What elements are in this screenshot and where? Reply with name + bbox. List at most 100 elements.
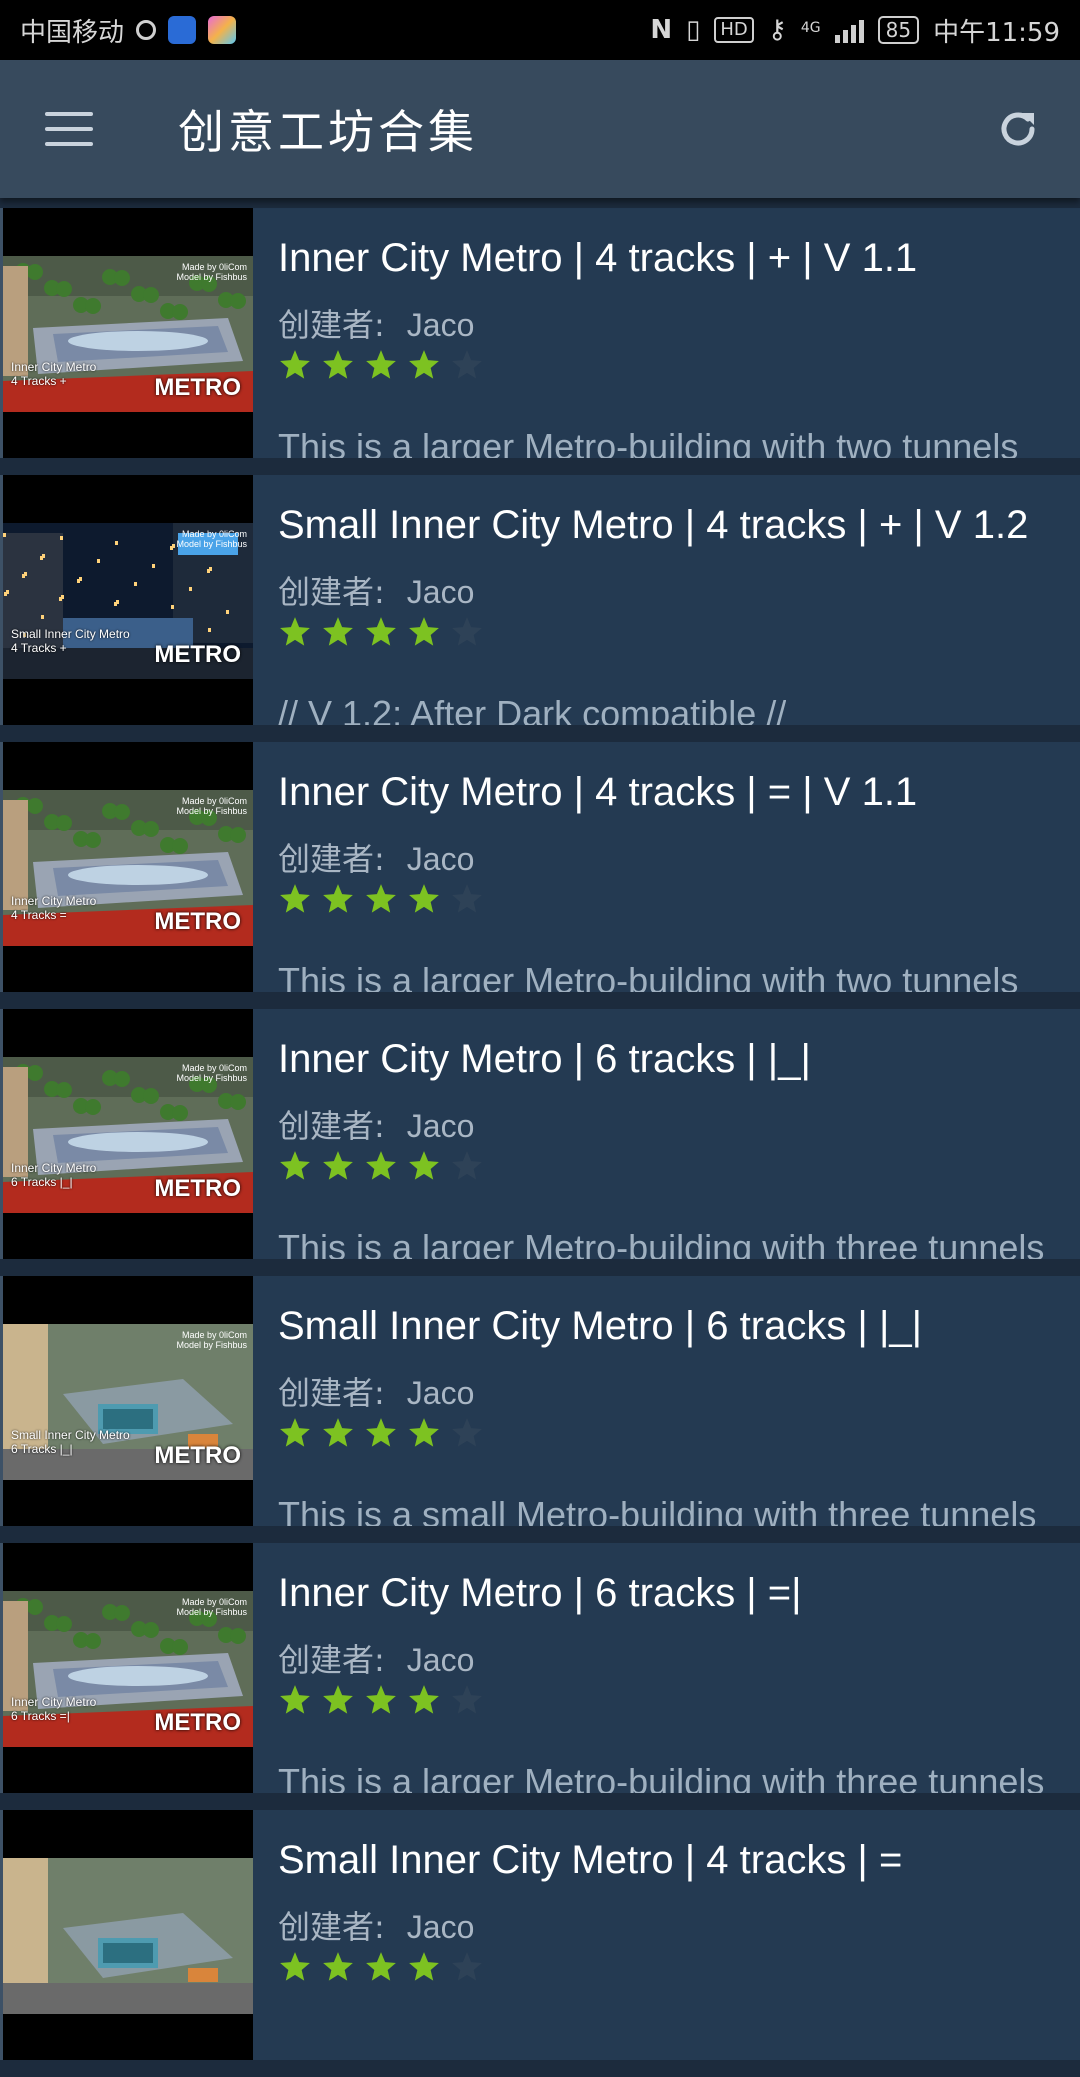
author-name[interactable]: Jaco [407, 841, 475, 877]
item-author: 创建者: Jaco [278, 834, 474, 880]
star-empty-icon [452, 617, 482, 646]
star-empty-icon [452, 1952, 482, 1981]
star-empty-icon [452, 1151, 482, 1180]
list-item[interactable]: Made by 0liCom Model by Fishbus Inner Ci… [0, 208, 1080, 458]
thumbnail-credit: Made by 0liCom Model by Fishbus [176, 1330, 247, 1350]
rating-stars [278, 1149, 484, 1183]
star-empty-icon [452, 1685, 482, 1714]
thumbnail-badge: METRO [154, 1175, 241, 1202]
star-filled-icon [409, 350, 439, 379]
author-name[interactable]: Jaco [407, 1909, 475, 1945]
author-label: 创建者: [278, 1641, 385, 1679]
star-filled-icon [366, 884, 396, 913]
page-title: 创意工坊合集 [178, 105, 478, 159]
star-filled-icon [323, 1418, 353, 1447]
star-filled-icon [409, 884, 439, 913]
star-filled-icon [366, 1952, 396, 1981]
item-thumbnail[interactable]: Made by 0liCom Model by Fishbus Inner Ci… [3, 1543, 253, 1793]
hamburger-menu-icon[interactable] [45, 112, 93, 146]
star-empty-icon [452, 1418, 482, 1447]
item-title[interactable]: Small Inner City Metro | 6 tracks | |_| [278, 1304, 922, 1349]
signal-icon [834, 17, 864, 43]
thumbnail-image: Made by 0liCom Model by Fishbus Inner Ci… [3, 256, 253, 412]
workshop-list[interactable]: Made by 0liCom Model by Fishbus Inner Ci… [0, 208, 1080, 2077]
star-filled-icon [323, 1151, 353, 1180]
author-name[interactable]: Jaco [407, 1375, 475, 1411]
app-notification-icon [208, 16, 237, 44]
item-description: This is a larger Metro-building with two… [278, 426, 1019, 458]
item-description: // V 1.2: After Dark compatible // [278, 693, 787, 725]
star-filled-icon [409, 1952, 439, 1981]
star-empty-icon [452, 884, 482, 913]
thumbnail-credit: Made by 0liCom Model by Fishbus [176, 796, 247, 816]
thumbnail-badge: METRO [154, 1709, 241, 1736]
star-filled-icon [366, 1418, 396, 1447]
thumbnail-caption: Inner City Metro 6 Tracks |_| [11, 1161, 97, 1189]
thumbnail-image: Made by 0liCom Model by Fishbus Small In… [3, 1324, 253, 1480]
author-name[interactable]: Jaco [407, 307, 475, 343]
star-filled-icon [280, 1418, 310, 1447]
item-author: 创建者: Jaco [278, 1368, 474, 1414]
author-name[interactable]: Jaco [407, 1642, 475, 1678]
item-thumbnail[interactable] [3, 1810, 253, 2060]
author-name[interactable]: Jaco [407, 574, 475, 610]
list-item[interactable]: Made by 0liCom Model by Fishbus Inner Ci… [0, 1009, 1080, 1259]
item-author: 创建者: Jaco [278, 1101, 474, 1147]
item-thumbnail[interactable]: Made by 0liCom Model by Fishbus Small In… [3, 1276, 253, 1526]
item-thumbnail[interactable]: Made by 0liCom Model by Fishbus Inner Ci… [3, 208, 253, 458]
star-filled-icon [409, 1151, 439, 1180]
star-filled-icon [323, 1952, 353, 1981]
author-name[interactable]: Jaco [407, 1108, 475, 1144]
star-filled-icon [280, 1685, 310, 1714]
star-filled-icon [280, 350, 310, 379]
thumbnail-badge: METRO [154, 374, 241, 401]
thumbnail-credit: Made by 0liCom Model by Fishbus [176, 262, 247, 282]
rating-stars [278, 1950, 484, 1984]
list-item[interactable]: Made by 0liCom Model by Fishbus Inner Ci… [0, 1543, 1080, 1793]
clock: 中午11:59 [933, 17, 1060, 48]
list-item[interactable]: Made by 0liCom Model by Fishbus Small In… [0, 1276, 1080, 1526]
item-title[interactable]: Inner City Metro | 6 tracks | =| [278, 1571, 802, 1616]
item-thumbnail[interactable]: Made by 0liCom Model by Fishbus Inner Ci… [3, 1009, 253, 1259]
author-label: 创建者: [278, 573, 385, 611]
vibrate-icon: ▯ [686, 15, 701, 45]
item-author: 创建者: Jaco [278, 1635, 474, 1681]
item-author: 创建者: Jaco [278, 1902, 474, 1948]
rating-stars [278, 348, 484, 382]
thumbnail-credit: Made by 0liCom Model by Fishbus [176, 529, 247, 549]
star-filled-icon [280, 1151, 310, 1180]
item-author: 创建者: Jaco [278, 567, 474, 613]
network-type: 4G [800, 19, 821, 36]
star-filled-icon [323, 884, 353, 913]
nfc-icon: N [650, 15, 673, 45]
item-description: This is a larger Metro-building with two… [278, 960, 1019, 992]
author-label: 创建者: [278, 840, 385, 878]
refresh-icon[interactable] [994, 105, 1042, 153]
star-filled-icon [323, 350, 353, 379]
item-title[interactable]: Inner City Metro | 4 tracks | = | V 1.1 [278, 770, 917, 815]
star-filled-icon [366, 1151, 396, 1180]
item-title[interactable]: Inner City Metro | 4 tracks | + | V 1.1 [278, 236, 917, 281]
thumbnail-image: Made by 0liCom Model by Fishbus Small In… [3, 523, 253, 679]
app-bar: 创意工坊合集 [0, 60, 1080, 198]
carrier-name: 中国移动 [20, 17, 125, 48]
author-label: 创建者: [278, 1374, 385, 1412]
thumbnail-caption: Inner City Metro 4 Tracks + [11, 360, 97, 388]
list-item[interactable]: Made by 0liCom Model by Fishbus Small In… [0, 475, 1080, 725]
item-description: This is a larger Metro-building with thr… [278, 1227, 1045, 1259]
star-filled-icon [409, 1418, 439, 1447]
item-description: This is a small Metro-building with thre… [278, 1494, 1037, 1526]
item-title[interactable]: Inner City Metro | 6 tracks | |_| [278, 1037, 811, 1082]
author-label: 创建者: [278, 1908, 385, 1946]
item-thumbnail[interactable]: Made by 0liCom Model by Fishbus Inner Ci… [3, 742, 253, 992]
rating-stars [278, 1683, 484, 1717]
list-item[interactable]: Small Inner City Metro | 4 tracks | = 创建… [0, 1810, 1080, 2060]
item-description: This is a larger Metro-building with thr… [278, 1761, 1045, 1793]
item-title[interactable]: Small Inner City Metro | 4 tracks | = [278, 1838, 902, 1883]
list-item[interactable]: Made by 0liCom Model by Fishbus Inner Ci… [0, 742, 1080, 992]
thumbnail-image: Made by 0liCom Model by Fishbus Inner Ci… [3, 1591, 253, 1747]
star-filled-icon [280, 617, 310, 646]
thumbnail-caption: Inner City Metro 4 Tracks = [11, 894, 97, 922]
item-thumbnail[interactable]: Made by 0liCom Model by Fishbus Small In… [3, 475, 253, 725]
item-title[interactable]: Small Inner City Metro | 4 tracks | + | … [278, 503, 1028, 548]
